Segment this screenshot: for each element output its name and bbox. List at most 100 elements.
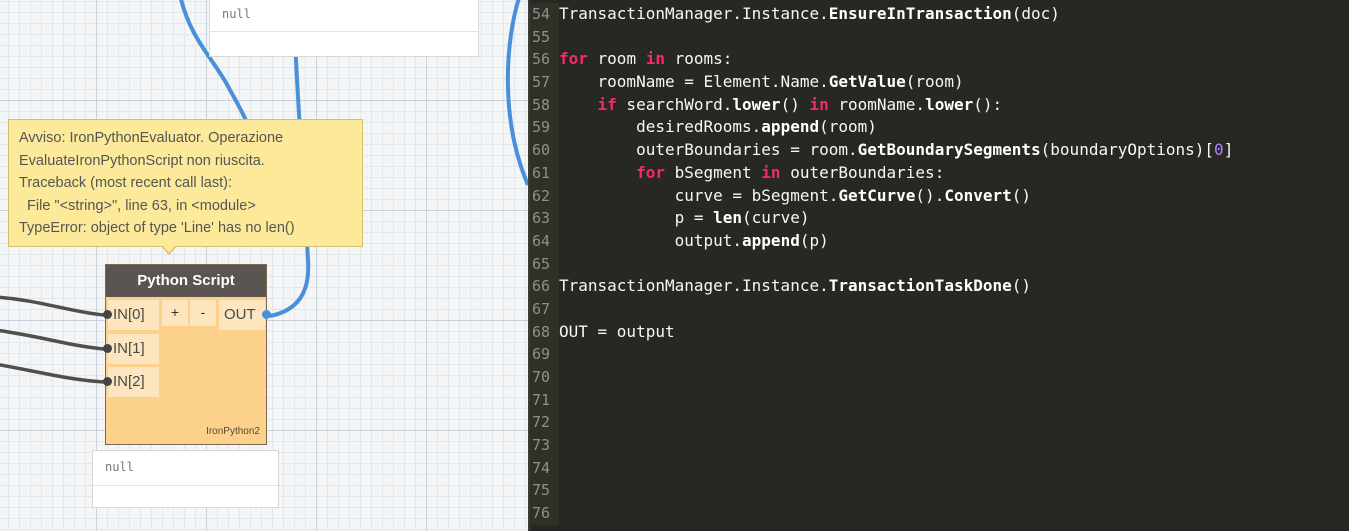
code-line[interactable]: 62 curve = bSegment.GetCurve().Convert() [530,184,1349,208]
wire-in0[interactable] [0,295,105,317]
code-text[interactable]: roomName = Element.Name.GetValue(room) [559,71,964,94]
code-text[interactable]: output.append(p) [559,230,829,253]
line-number: 76 [530,502,559,525]
input-port-1[interactable]: IN[1] [103,334,159,364]
code-line[interactable]: 59 desiredRooms.append(room) [530,116,1349,140]
line-number: 68 [530,320,559,344]
code-token: p = [559,208,714,228]
code-token: OUT = output [559,321,675,341]
code-token: lower [732,94,781,114]
input-port-0-connector[interactable] [103,310,112,319]
warning-line-2: EvaluateIronPythonScript non riuscita. [19,152,265,169]
line-number: 56 [530,48,559,72]
code-text[interactable]: if searchWord.lower() in roomName.lower(… [559,94,1003,117]
code-line[interactable]: 54 TransactionManager.Instance.EnsureInTr… [530,3,1349,26]
code-line[interactable]: 70 [530,366,1349,389]
code-text[interactable]: for bSegment in outerBoundaries: [559,162,944,185]
input-port-1-connector[interactable] [103,344,112,353]
input-port-1-label: IN[1] [113,340,145,357]
line-number: 66 [530,275,559,298]
code-text[interactable]: outerBoundaries = room.GetBoundarySegmen… [559,139,1233,162]
warning-line-1: Avviso: IronPythonEvaluator. Operazione [19,130,284,146]
code-line[interactable]: 61 for bSegment in outerBoundaries: [530,161,1349,185]
code-line[interactable]: 73 [530,434,1349,457]
input-port-2-connector[interactable] [103,377,112,386]
code-token: outerBoundaries = room. [559,140,858,160]
code-line[interactable]: 55 [530,25,1349,49]
line-number: 59 [530,116,559,140]
code-token: (): [973,94,1003,114]
code-text[interactable]: TransactionManager.Instance.TransactionT… [559,275,1031,298]
top-node-preview: null [209,0,479,57]
code-line[interactable]: 57 roomName = Element.Name.GetValue(room… [530,71,1349,94]
code-token: lower [925,94,974,114]
code-token: (room) [819,117,877,137]
code-line[interactable]: 71 [530,388,1349,412]
top-preview-value: null [210,0,478,32]
warning-tooltip: Avviso: IronPythonEvaluator. Operazione … [8,119,363,255]
line-number: 67 [530,297,559,321]
code-text[interactable]: TransactionManager.Instance.EnsureInTran… [559,3,1060,26]
code-token: 0 [1214,140,1224,160]
code-line[interactable]: 58 if searchWord.lower() in roomName.low… [530,93,1349,117]
code-text[interactable]: OUT = output [559,321,675,344]
code-token: Convert [944,185,1012,205]
line-number: 74 [530,456,559,480]
line-number: 70 [530,366,559,389]
python-engine-label[interactable]: IronPython2 [206,426,260,437]
bottom-node-preview: null [92,450,279,508]
dynamo-canvas[interactable]: null Avviso: IronPythonEvaluator. Operaz… [0,0,528,531]
line-number: 57 [530,71,559,94]
python-code-editor[interactable]: 54 TransactionManager.Instance.EnsureInTr… [528,0,1349,531]
input-port-2[interactable]: IN[2] [103,367,159,397]
input-port-2-label: IN[2] [113,373,145,390]
output-port-connector[interactable] [262,310,271,319]
add-input-button[interactable]: + [162,300,188,326]
code-line[interactable]: 56 for room in rooms: [530,48,1349,72]
wire-in1[interactable] [0,328,105,351]
code-token: TransactionTaskDone [828,276,1012,296]
code-token: room [587,49,646,69]
line-number: 72 [530,411,559,435]
code-line[interactable]: 68 OUT = output [530,320,1349,344]
code-line[interactable]: 75 [530,479,1349,503]
code-line[interactable]: 76 [530,502,1349,525]
code-token: roomName = Element.Name. [559,72,829,92]
node-title[interactable]: Python Script [106,265,266,297]
code-line[interactable]: 69 [530,343,1349,366]
code-line[interactable]: 72 [530,411,1349,435]
wire-blue-right[interactable] [505,0,528,186]
code-token: (p) [799,230,829,250]
line-number: 58 [530,93,559,117]
bottom-preview-value: null [93,451,278,486]
remove-input-button[interactable]: - [190,300,216,326]
code-token: TransactionManager.Instance. [559,276,829,296]
input-port-0[interactable]: IN[0] [103,300,159,330]
code-token: curve = bSegment. [559,185,839,205]
code-token: outerBoundaries: [780,162,945,182]
wire-in2[interactable] [0,363,105,384]
code-token: GetBoundarySegments [857,140,1041,160]
code-line[interactable]: 64 output.append(p) [530,229,1349,253]
code-text[interactable]: for room in rooms: [559,48,732,71]
output-port[interactable]: OUT [219,300,271,330]
line-number: 73 [530,434,559,457]
python-script-node[interactable]: Python Script IN[0] IN[1] IN[2] + - OUT … [103,264,271,445]
code-line[interactable]: 60 outerBoundaries = room.GetBoundarySeg… [530,139,1349,162]
code-line[interactable]: 65 [530,252,1349,276]
code-text[interactable]: desiredRooms.append(room) [559,116,877,139]
output-port-label: OUT [224,306,256,323]
code-line[interactable]: 67 [530,297,1349,321]
code-line[interactable]: 66 TransactionManager.Instance.Transactio… [530,275,1349,298]
code-token: (curve) [742,208,810,228]
code-token: output. [559,230,743,250]
code-token: GetCurve [838,185,916,205]
line-number: 60 [530,139,559,162]
code-line[interactable]: 63 p = len(curve) [530,207,1349,230]
code-line[interactable]: 74 [530,456,1349,480]
code-text[interactable]: curve = bSegment.GetCurve().Convert() [559,185,1031,208]
input-port-0-label: IN[0] [113,306,145,323]
code-text[interactable]: p = len(curve) [559,207,810,230]
line-number: 63 [530,207,559,230]
code-token: (doc) [1011,4,1060,23]
